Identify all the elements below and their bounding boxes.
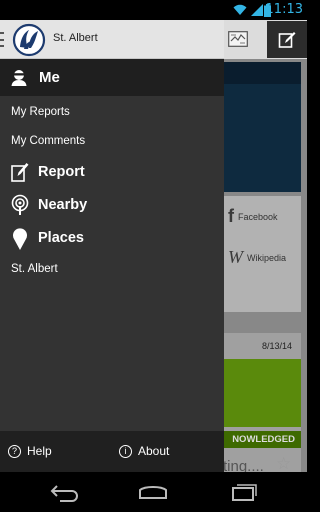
- facebook-link[interactable]: f Facebook: [228, 206, 278, 227]
- app-header: St. Albert: [0, 20, 224, 59]
- drawer-item-label: Nearby: [38, 197, 88, 213]
- drawer-item-label: My Comments: [11, 135, 86, 147]
- app-title: St. Albert: [53, 32, 98, 44]
- system-nav-bar: [0, 472, 307, 512]
- facebook-icon: f: [228, 206, 234, 226]
- map-pin-icon: [10, 227, 30, 250]
- drawer-item-st-albert[interactable]: St. Albert: [11, 260, 58, 278]
- drawer-item-my-comments[interactable]: My Comments: [11, 132, 85, 150]
- help-label: Help: [27, 444, 52, 458]
- drawer-item-label: Me: [39, 69, 60, 86]
- report-image: [223, 359, 301, 427]
- app-logo[interactable]: [12, 23, 46, 57]
- back-icon[interactable]: [48, 482, 80, 502]
- status-bar: 11:13: [0, 0, 307, 20]
- drawer-item-label: Report: [38, 164, 85, 180]
- drawer-item-label: Places: [38, 230, 84, 246]
- drawer-item-me[interactable]: Me: [0, 59, 224, 96]
- help-icon: ?: [8, 444, 21, 458]
- background-banner: [223, 84, 301, 192]
- navigation-drawer: Me My Reports My Comments Report Nearby: [0, 59, 224, 472]
- facebook-label: Facebook: [238, 211, 278, 222]
- drawer-item-places[interactable]: Places: [10, 225, 84, 251]
- wikipedia-link[interactable]: W Wikipedia: [228, 247, 286, 268]
- about-link[interactable]: i About: [119, 444, 169, 458]
- map-icon[interactable]: [228, 31, 248, 47]
- status-badge: NOWLEDGED: [223, 431, 301, 448]
- wifi-icon: [233, 4, 247, 15]
- recent-apps-icon[interactable]: [227, 482, 259, 502]
- about-label: About: [138, 444, 170, 458]
- nearby-icon: [10, 194, 30, 216]
- compose-icon: [278, 31, 296, 48]
- compose-button[interactable]: [267, 21, 307, 58]
- clock: 11:13: [265, 2, 303, 17]
- drawer-item-my-reports[interactable]: My Reports: [11, 103, 70, 121]
- star-icon[interactable]: ☆: [276, 454, 291, 474]
- drawer-indicator-icon[interactable]: [0, 32, 4, 47]
- edit-icon: [10, 161, 30, 183]
- signal-icon: [251, 4, 263, 16]
- help-link[interactable]: ? Help: [8, 444, 52, 458]
- background-banner-top: [223, 62, 301, 84]
- drawer-item-report[interactable]: Report: [10, 160, 85, 184]
- home-icon[interactable]: [137, 482, 169, 502]
- report-date: 8/13/14: [262, 341, 293, 351]
- wikipedia-icon: W: [228, 247, 243, 267]
- user-icon: [11, 70, 27, 86]
- info-icon: i: [119, 444, 132, 458]
- drawer-item-label: St. Albert: [11, 263, 58, 275]
- wikipedia-label: Wikipedia: [247, 252, 287, 263]
- drawer-item-nearby[interactable]: Nearby: [10, 193, 87, 217]
- drawer-footer: ? Help i About: [0, 431, 224, 472]
- drawer-item-label: My Reports: [11, 106, 70, 118]
